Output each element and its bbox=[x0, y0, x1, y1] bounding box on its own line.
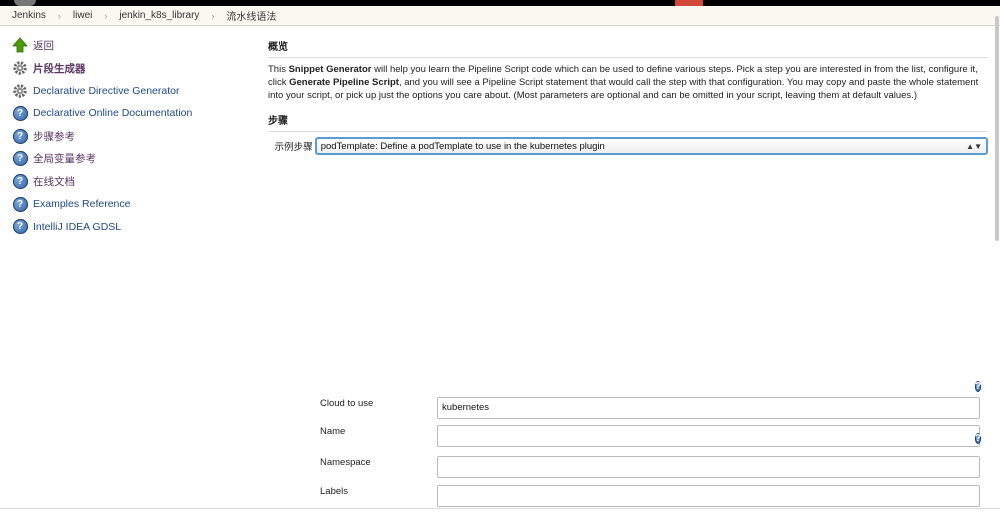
breadcrumb: Jenkins › liwei › jenkin_k8s_library › 流… bbox=[0, 6, 1000, 26]
sidebar-item-declarative-directive-generator[interactable]: Declarative Directive Generator bbox=[12, 79, 252, 102]
labels-input[interactable] bbox=[437, 485, 980, 507]
namespace-input[interactable] bbox=[437, 456, 980, 478]
form-row-namespace: Namespace bbox=[320, 456, 980, 478]
scrollbar[interactable] bbox=[993, 6, 999, 506]
overview-description: This Snippet Generator will help you lea… bbox=[268, 64, 979, 101]
form-row-cloud: Cloud to use kubernetes bbox=[320, 397, 980, 419]
breadcrumb-pipeline-syntax[interactable]: 流水线语法 bbox=[214, 8, 288, 23]
steps-title: 步骤 bbox=[268, 112, 988, 133]
name-input[interactable] bbox=[437, 425, 980, 447]
breadcrumb-liwei[interactable]: liwei bbox=[61, 10, 104, 21]
sidebar: 返回 片段生成器 Declarative Directive Generator… bbox=[12, 34, 252, 238]
scrollbar-thumb[interactable] bbox=[995, 16, 999, 241]
sample-step-row: 示例步骤 podTemplate: Define a podTemplate t… bbox=[268, 137, 988, 156]
name-help-icon[interactable]: ? bbox=[975, 430, 982, 446]
sidebar-item-global-variables-reference[interactable]: ? 全局变量参考 bbox=[12, 147, 252, 170]
help-button-icon[interactable]: ? bbox=[975, 378, 982, 394]
labels-label: Labels bbox=[320, 486, 348, 497]
help-icon: ? bbox=[12, 105, 28, 121]
sidebar-item-label: Declarative Directive Generator bbox=[33, 84, 180, 97]
sidebar-item-label: Declarative Online Documentation bbox=[33, 107, 193, 120]
up-arrow-icon bbox=[12, 37, 28, 53]
main-content: 概览 This Snippet Generator will help you … bbox=[268, 38, 988, 156]
sidebar-item-examples-reference[interactable]: ? Examples Reference bbox=[12, 193, 252, 216]
sidebar-item-snippet-generator[interactable]: 片段生成器 bbox=[12, 57, 252, 80]
sidebar-item-online-documentation[interactable]: ? 在线文档 bbox=[12, 170, 252, 193]
sidebar-item-label: 步骤参考 bbox=[33, 130, 75, 143]
sidebar-item-back[interactable]: 返回 bbox=[12, 34, 252, 57]
name-label: Name bbox=[320, 426, 346, 437]
sample-step-select[interactable]: podTemplate: Define a podTemplate to use… bbox=[314, 137, 988, 156]
sample-step-label: 示例步骤 bbox=[274, 142, 313, 154]
cloud-to-use-label: Cloud to use bbox=[320, 398, 374, 409]
bottom-divider bbox=[0, 508, 1000, 509]
form-row-name: Name bbox=[320, 425, 980, 447]
gear-icon bbox=[12, 60, 28, 76]
sidebar-item-steps-reference[interactable]: ? 步骤参考 bbox=[12, 125, 252, 148]
cloud-to-use-input[interactable]: kubernetes bbox=[437, 397, 980, 419]
gear-icon bbox=[12, 83, 28, 99]
breadcrumb-jenkin-k8s-library[interactable]: jenkin_k8s_library bbox=[107, 10, 211, 21]
overview-title: 概览 bbox=[268, 38, 988, 58]
help-icon: ? bbox=[12, 173, 28, 189]
help-icon: ? bbox=[12, 196, 28, 212]
form-row-labels: Labels bbox=[320, 485, 980, 507]
breadcrumb-jenkins[interactable]: Jenkins bbox=[0, 10, 58, 21]
select-arrows-icon: ▲▼ bbox=[966, 141, 982, 151]
help-icon: ? bbox=[12, 128, 28, 144]
sidebar-item-declarative-online-documentation[interactable]: ? Declarative Online Documentation bbox=[12, 102, 252, 125]
namespace-label: Namespace bbox=[320, 457, 371, 468]
help-icon: ? bbox=[12, 219, 28, 235]
sidebar-item-intellij-idea-gdsl[interactable]: ? IntelliJ IDEA GDSL bbox=[12, 216, 252, 239]
help-icon: ? bbox=[12, 151, 28, 167]
sidebar-item-label: 片段生成器 bbox=[33, 62, 86, 75]
sidebar-item-label: IntelliJ IDEA GDSL bbox=[33, 220, 122, 233]
sidebar-item-label: 在线文档 bbox=[33, 175, 75, 188]
sidebar-item-label: 返回 bbox=[33, 39, 54, 52]
sample-step-value: podTemplate: Define a podTemplate to use… bbox=[320, 140, 605, 152]
sidebar-item-label: Examples Reference bbox=[33, 198, 131, 211]
sidebar-item-label: 全局变量参考 bbox=[33, 153, 96, 166]
